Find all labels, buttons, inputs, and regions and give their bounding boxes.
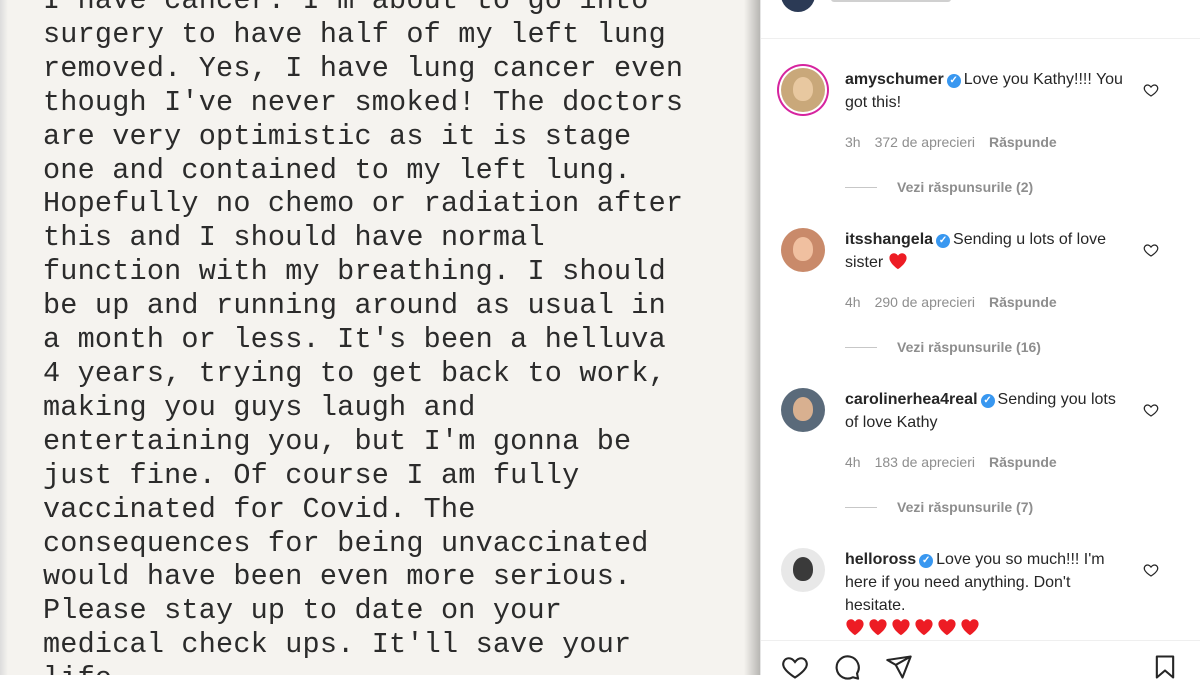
comment-bubble-icon[interactable]: [831, 653, 863, 681]
heart-emoji-group: [845, 618, 983, 637]
comment-meta: 4h 290 de aprecieri Răspunde: [845, 294, 1071, 310]
comment-username[interactable]: carolinerhea4real: [845, 391, 978, 408]
comment-meta: 4h 183 de aprecieri Răspunde: [845, 454, 1071, 470]
avatar-face: [793, 237, 813, 261]
commenter-avatar[interactable]: [781, 388, 825, 432]
heart-outline-icon[interactable]: [1143, 562, 1159, 578]
avatar-face: [793, 397, 813, 421]
view-replies-button[interactable]: Vezi răspunsurile (16): [845, 339, 1041, 355]
commenter-avatar[interactable]: [781, 548, 825, 592]
red-heart-emoji: [914, 618, 934, 636]
heart-outline-icon[interactable]: [779, 653, 811, 681]
replies-line: [845, 187, 877, 188]
view-replies-label: Vezi răspunsurile (16): [897, 339, 1041, 355]
comment-likes[interactable]: 372 de aprecieri: [875, 134, 975, 150]
reply-button[interactable]: Răspunde: [989, 134, 1057, 150]
verified-badge-icon: ✓: [946, 74, 961, 88]
comment-text-block: carolinerhea4real ✓ Sending you lots of lo…: [845, 388, 1131, 434]
comment-text-block: helloross ✓ Love you so much!!! I'm here i…: [845, 548, 1131, 640]
comment-username[interactable]: helloross: [845, 551, 916, 568]
red-heart-emoji: [888, 252, 908, 270]
heart-outline-icon[interactable]: [1143, 82, 1159, 98]
red-heart-emoji: [868, 618, 888, 636]
note-text: I have cancer. I'm about to go into surg…: [43, 0, 684, 675]
heart-outline-icon[interactable]: [1143, 402, 1159, 418]
image-edge-shadow: [0, 0, 8, 675]
verified-badge-icon: ✓: [919, 554, 934, 568]
replies-line: [845, 507, 877, 508]
red-heart-emoji: [891, 618, 911, 636]
red-heart-emoji: [845, 618, 865, 636]
replies-line: [845, 347, 877, 348]
comment-likes[interactable]: 290 de aprecieri: [875, 294, 975, 310]
avatar-face: [793, 557, 813, 581]
comment-username[interactable]: itsshangela: [845, 231, 933, 248]
share-paper-plane-icon[interactable]: [883, 653, 915, 681]
view-replies-button[interactable]: Vezi răspunsurile (2): [845, 179, 1033, 195]
comment-text-block: itsshangela ✓ Sending u lots of love siste…: [845, 228, 1131, 274]
reply-button[interactable]: Răspunde: [989, 294, 1057, 310]
avatar-face: [793, 77, 813, 101]
post-header: [761, 0, 1200, 39]
post-image: I have cancer. I'm about to go into surg…: [0, 0, 760, 675]
poster-avatar[interactable]: [781, 0, 815, 12]
reply-button[interactable]: Răspunde: [989, 454, 1057, 470]
comments-panel: amyschumer ✓ Love you Kathy!!!! You got th…: [760, 0, 1200, 680]
post-action-bar: [761, 640, 1200, 680]
red-heart-emoji: [960, 618, 980, 636]
verified-badge-icon: ✓: [980, 394, 995, 408]
verified-badge-icon: ✓: [936, 234, 951, 248]
comment-time: 4h: [845, 454, 861, 470]
view-replies-label: Vezi răspunsurile (2): [897, 179, 1034, 195]
commenter-avatar[interactable]: [781, 228, 825, 272]
view-replies-label: Vezi răspunsurile (7): [897, 499, 1034, 515]
comment-username[interactable]: amyschumer: [845, 71, 944, 88]
view-replies-button[interactable]: Vezi răspunsurile (7): [845, 499, 1033, 515]
poster-username[interactable]: [831, 0, 951, 2]
heart-outline-icon[interactable]: [1143, 242, 1159, 258]
comment-time: 3h: [845, 134, 861, 150]
comment-text-block: amyschumer ✓ Love you Kathy!!!! You got th…: [845, 68, 1131, 114]
comment-meta: 3h 372 de aprecieri Răspunde: [845, 134, 1071, 150]
commenter-avatar[interactable]: [781, 68, 825, 112]
bookmark-icon[interactable]: [1149, 653, 1181, 681]
comment-time: 4h: [845, 294, 861, 310]
red-heart-emoji: [937, 618, 957, 636]
heart-emoji-group: [888, 252, 911, 271]
comment-likes[interactable]: 183 de aprecieri: [875, 454, 975, 470]
